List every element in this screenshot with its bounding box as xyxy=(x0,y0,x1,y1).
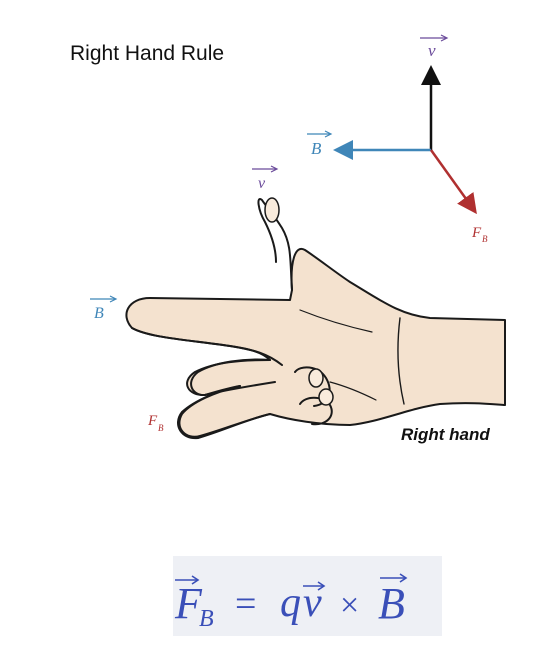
formula-times: × xyxy=(340,587,359,624)
svg-text:B: B xyxy=(158,423,164,433)
formula-box: F B = q v × B xyxy=(173,556,442,636)
hand-caption: Right hand xyxy=(401,425,490,444)
axes-group: v B F B xyxy=(307,34,488,244)
hand-f-label: F B xyxy=(147,413,164,433)
svg-text:v: v xyxy=(428,41,436,60)
hand-b-label: B xyxy=(90,295,118,322)
svg-text:B: B xyxy=(94,305,104,322)
formula-b: B xyxy=(378,579,405,628)
f-axis-arrow xyxy=(429,149,477,215)
hand-v-label: v xyxy=(252,165,279,192)
axis-b-label: B xyxy=(307,130,333,158)
svg-text:v: v xyxy=(258,175,266,192)
axis-f-label: F B xyxy=(471,225,488,244)
svg-text:B: B xyxy=(311,139,322,158)
svg-text:B: B xyxy=(482,234,488,244)
formula-v: v xyxy=(303,580,322,626)
svg-text:F: F xyxy=(471,225,482,241)
lorentz-force-formula: F B = q v × B xyxy=(174,573,408,632)
formula-f-sub: B xyxy=(199,606,214,632)
formula-equals: = xyxy=(235,583,256,625)
axis-v-label: v xyxy=(420,34,449,60)
svg-text:F: F xyxy=(147,413,158,429)
formula-q: q xyxy=(280,580,301,626)
right-hand-illustration xyxy=(125,197,506,440)
